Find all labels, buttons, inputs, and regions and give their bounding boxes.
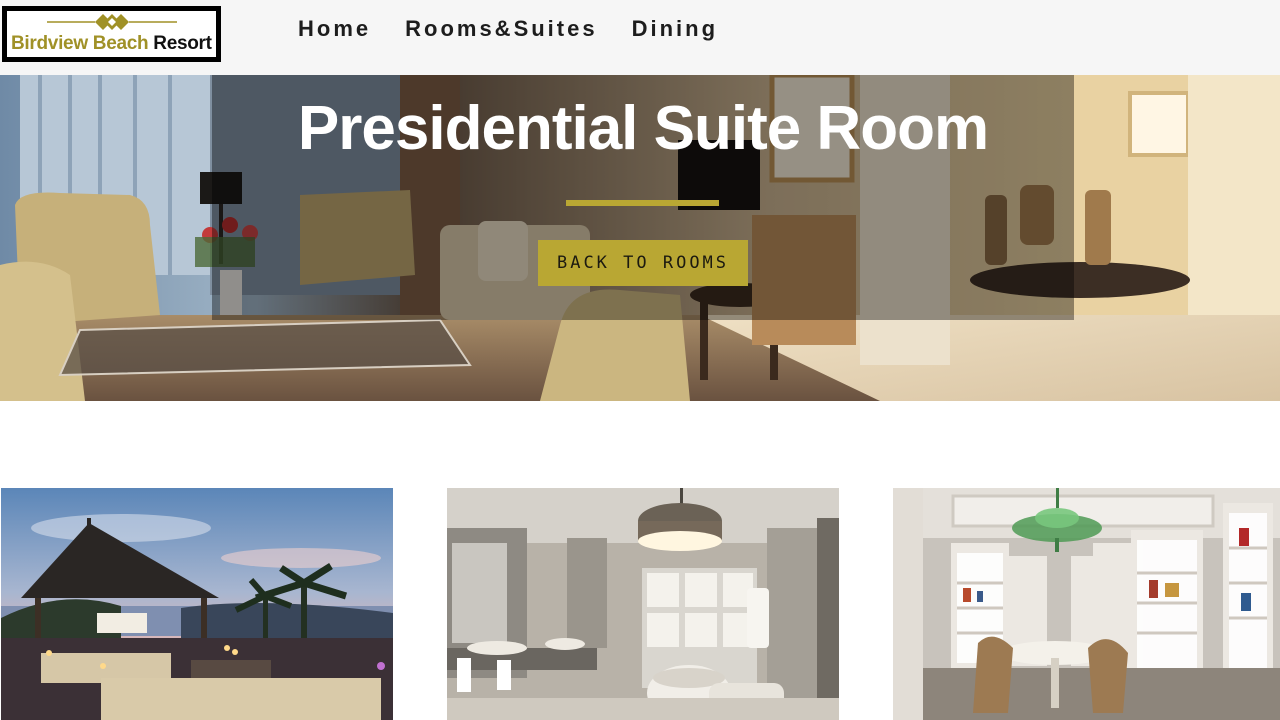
bathroom-photo: [447, 488, 839, 720]
nav-rooms-suites[interactable]: Rooms&Suites: [405, 16, 597, 42]
dining-room-photo: [893, 488, 1280, 720]
gallery-image-bathroom[interactable]: [447, 488, 839, 720]
title-divider: [566, 200, 719, 206]
brand-logo[interactable]: Birdview Beach Resort: [2, 6, 221, 62]
gallery-image-dining-room[interactable]: [893, 488, 1280, 720]
main-nav: Home Rooms&Suites Dining: [298, 16, 718, 42]
brand-name-part1: Birdview Beach: [11, 33, 149, 54]
nav-home[interactable]: Home: [298, 16, 371, 42]
gallery-image-pavilion[interactable]: [1, 488, 393, 720]
page-title: Presidential Suite Room: [297, 94, 989, 163]
back-to-rooms-button[interactable]: BACK TO ROOMS: [538, 240, 748, 286]
hero-banner: Presidential Suite Room BACK TO ROOMS: [0, 75, 1280, 401]
nav-dining[interactable]: Dining: [632, 16, 718, 42]
brand-name: Birdview Beach Resort: [11, 33, 212, 55]
site-header: Birdview Beach Resort Home Rooms&Suites …: [0, 0, 1280, 75]
brand-name-part2: Resort: [153, 33, 212, 54]
pavilion-photo: [1, 488, 393, 720]
